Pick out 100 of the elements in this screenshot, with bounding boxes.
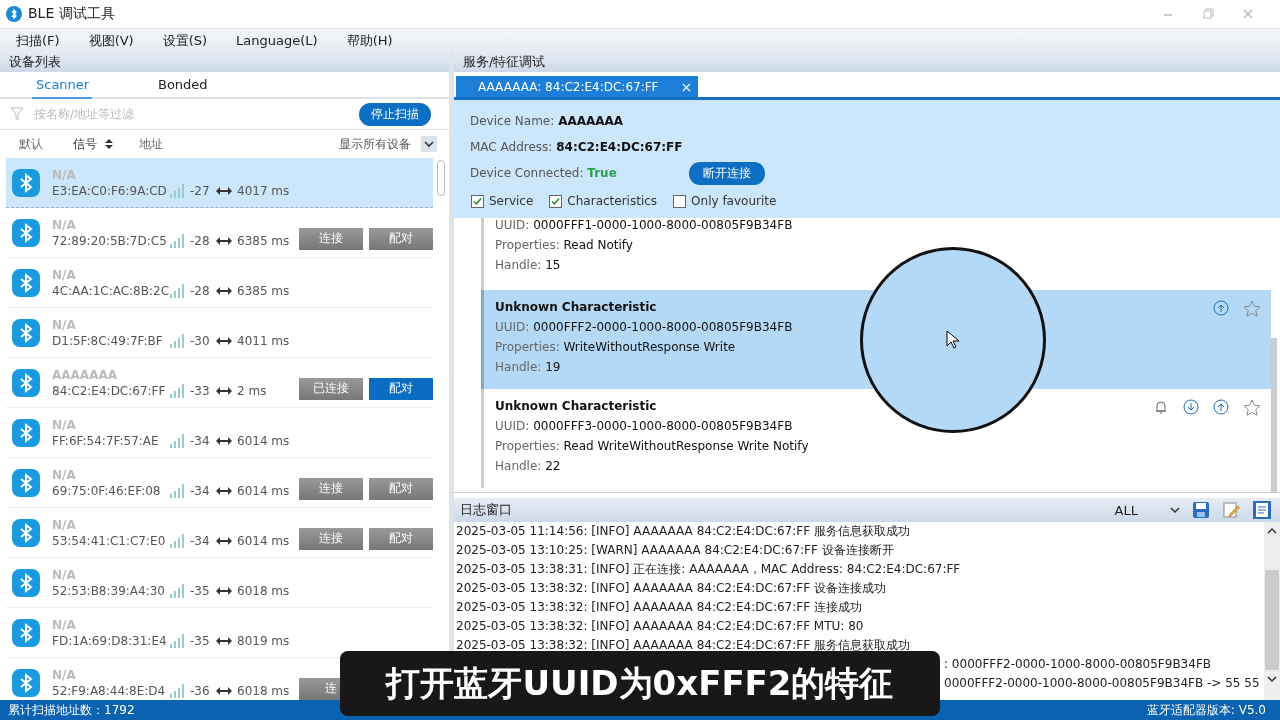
app-logo-icon: [6, 6, 22, 22]
sort-header[interactable]: 默认: [19, 135, 43, 153]
log-line: 2025-03-05 13:10:25: [WARN] AAAAAAA 84:C2:E4:DC:67:FF 设备连接断开: [456, 543, 894, 557]
tab[interactable]: Bonded: [154, 72, 280, 99]
device-action-button[interactable]: 配对: [369, 227, 433, 250]
dropdown-icon[interactable]: [421, 136, 437, 152]
characteristic-field: Handle: 22: [495, 459, 1153, 473]
bluetooth-icon: [12, 218, 40, 247]
device-name: N/A: [52, 567, 77, 582]
device-row[interactable]: AAAAAAA 84:C2:E4:DC:67:FF -33 2 ms 已连接 配对: [6, 358, 433, 408]
signal-strength: -28: [190, 233, 211, 248]
device-address: 72:89:20:5B:7D:C5: [52, 233, 168, 248]
device-action-button[interactable]: 配对: [369, 377, 433, 400]
characteristic-field: Properties: Read Notify: [495, 238, 1261, 252]
disconnect-button[interactable]: 断开连接: [688, 161, 765, 185]
star-icon[interactable]: [1243, 300, 1261, 318]
device-action-button[interactable]: 连接: [299, 527, 363, 550]
log-line: 2025-03-05 13:38:32: [INFO] AAAAAAA 84:C2:E4:DC:67:FF 服务信息获取成功: [456, 638, 910, 652]
device-row[interactable]: N/A 69:75:0F:46:EF:08 -34 6014 ms 连接 配对: [6, 458, 433, 508]
broadcast-interval: 6014 ms: [237, 433, 290, 448]
bluetooth-icon: [12, 418, 40, 447]
caption-toast: 打开蓝牙UUID为0xFFF2的特征: [340, 651, 940, 716]
signal-strength: -36: [190, 683, 211, 698]
edit-icon[interactable]: [1222, 501, 1240, 519]
device-action-button[interactable]: 连接: [299, 227, 363, 250]
selected-device-row[interactable]: N/A E3:EA:C0:F6:9A:CD -27 4017 ms: [6, 158, 433, 208]
double-arrow-icon: [216, 585, 232, 596]
filter-field[interactable]: 按名称/地址等过滤: [32, 106, 359, 122]
broadcast-interval: 2 ms: [237, 383, 267, 398]
device-info: Device Connected: True: [470, 166, 617, 180]
option-checkbox[interactable]: Only favourite: [673, 194, 777, 208]
device-name: N/A: [52, 417, 77, 432]
broadcast-interval: 6385 ms: [237, 283, 290, 298]
double-arrow-icon: [216, 635, 232, 646]
characteristic-field: Properties: WriteWithoutResponse Write: [495, 340, 1213, 354]
characteristic-field: Handle: 15: [495, 258, 1261, 272]
broadcast-interval: 6018 ms: [237, 583, 290, 598]
bluetooth-icon: [12, 268, 40, 297]
scroll-up-icon[interactable]: [1266, 526, 1278, 536]
device-action-button[interactable]: 配对: [369, 527, 433, 550]
broadcast-interval: 8019 ms: [237, 633, 290, 648]
characteristic-title: Unknown Characteristic: [495, 300, 658, 314]
device-address: 4C:AA:1C:AC:8B:2C: [52, 283, 170, 298]
menu-item[interactable]: 扫描(F): [16, 31, 60, 50]
close-icon[interactable]: [1242, 8, 1254, 20]
close-tab-icon[interactable]: ×: [680, 78, 693, 95]
menu-item[interactable]: Language(L): [236, 33, 318, 48]
device-action-button[interactable]: 连接: [299, 477, 363, 500]
device-address: E3:EA:C0:F6:9A:CD: [52, 183, 168, 198]
log-file-icon[interactable]: [1252, 500, 1272, 520]
scroll-down-icon[interactable]: [1266, 674, 1278, 684]
characteristic-title: Unknown Characteristic: [495, 399, 658, 413]
signal-icon: [170, 283, 184, 298]
double-arrow-icon: [216, 335, 232, 346]
sort-header[interactable]: 信号: [73, 135, 97, 153]
device-row[interactable]: N/A 52:53:B8:39:A4:30 -35 6018 ms: [6, 558, 433, 608]
signal-strength: -35: [190, 583, 211, 598]
save-icon[interactable]: [1192, 501, 1210, 519]
menu-item[interactable]: 视图(V): [88, 31, 134, 50]
dropdown-icon[interactable]: [1170, 505, 1180, 515]
broadcast-interval: 6385 ms: [237, 233, 290, 248]
double-arrow-icon: [216, 185, 232, 196]
signal-icon: [170, 683, 184, 698]
characteristic-field: UUID: 0000FFF2-0000-1000-8000-00805F9B34FB: [495, 320, 1213, 334]
download-icon[interactable]: [1183, 399, 1199, 415]
device-row[interactable]: N/A 72:89:20:5B:7D:C5 -28 6385 ms 连接 配对: [6, 208, 433, 258]
scrollbar[interactable]: [1265, 570, 1279, 670]
double-arrow-icon: [216, 235, 232, 246]
device-filter-dropdown[interactable]: 显示所有设备: [339, 135, 411, 153]
upload-icon[interactable]: [1213, 399, 1229, 415]
option-checkbox[interactable]: Characteristics: [549, 194, 658, 208]
sort-icon: [105, 139, 113, 149]
device-info: Device Name: AAAAAAA: [470, 114, 624, 128]
scrollbar[interactable]: [1271, 338, 1277, 492]
device-row[interactable]: N/A D1:5F:8C:49:7F:BF -30 4011 ms: [6, 308, 433, 358]
device-row[interactable]: N/A 4C:AA:1C:AC:8B:2C -28 6385 ms: [6, 258, 433, 308]
device-action-button[interactable]: 配对: [369, 477, 433, 500]
device-name: N/A: [52, 167, 77, 182]
device-name: N/A: [52, 467, 77, 482]
device-name: N/A: [52, 317, 77, 332]
panel-header: 服务/特征调试: [454, 52, 1280, 72]
log-line: 0000FFF2-0000-1000-8000-00805F9B34FB -> 55 55: [944, 676, 1260, 690]
upload-icon[interactable]: [1213, 300, 1229, 316]
signal-strength: -34: [190, 433, 211, 448]
stop-scan-button[interactable]: 停止扫描: [359, 102, 431, 126]
tab[interactable]: Scanner: [32, 72, 92, 99]
option-checkbox[interactable]: Service: [471, 194, 534, 208]
star-icon[interactable]: [1243, 399, 1261, 417]
device-row[interactable]: N/A FF:6F:54:7F:57:AE -34 6014 ms: [6, 408, 433, 458]
log-level-dropdown[interactable]: ALL: [1114, 502, 1138, 518]
bell-icon[interactable]: [1153, 399, 1169, 415]
device-tab[interactable]: AAAAAAA: 84:C2:E4:DC:67:FF ×: [456, 76, 699, 97]
signal-strength: -35: [190, 633, 211, 648]
menu-item[interactable]: 帮助(H): [346, 31, 393, 50]
sort-header[interactable]: 地址: [139, 135, 163, 153]
device-address: FD:1A:69:D8:31:E4: [52, 633, 168, 648]
log-line: 2025-03-05 13:38:32: [INFO] AAAAAAA 84:C2:E4:DC:67:FF MTU: 80: [456, 619, 864, 633]
menu-item[interactable]: 设置(S): [162, 31, 208, 50]
device-action-button[interactable]: 已连接: [299, 377, 363, 400]
device-row[interactable]: N/A 53:54:41:C1:C7:E0 -34 6014 ms 连接 配对: [6, 508, 433, 558]
